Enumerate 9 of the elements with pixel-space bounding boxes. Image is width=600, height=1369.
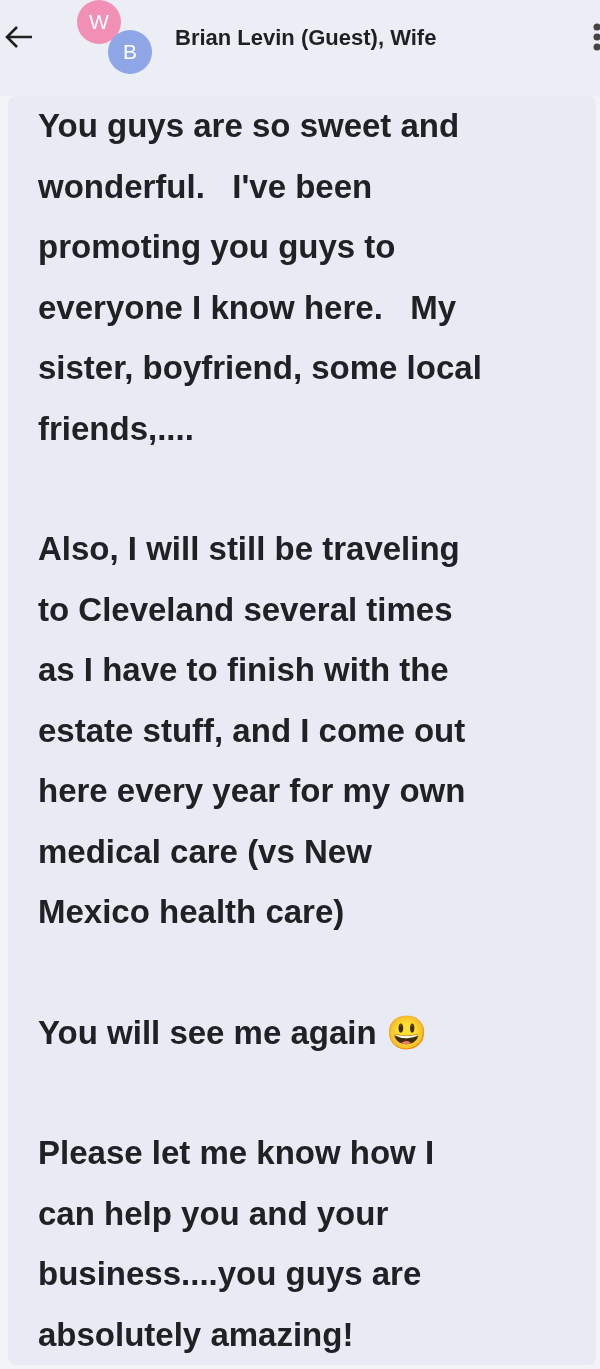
more-options-icon[interactable] bbox=[592, 22, 600, 52]
avatar: B bbox=[108, 30, 152, 74]
message-paragraph: Please let me know how I can help you and your business....you guys are absolutely amazing! bbox=[38, 1133, 435, 1355]
message-paragraph: You will see me again 😃 bbox=[38, 1012, 427, 1053]
message-paragraph: Also, I will still be traveling to Cleveland several times as I have to finish with the estate stuff, and I come out here every year for my own medical care (vs New Mexico health care) bbox=[38, 529, 466, 932]
back-arrow-icon[interactable] bbox=[4, 25, 34, 49]
chat-title: Brian Levin (Guest), Wife bbox=[175, 24, 437, 52]
avatar: W bbox=[77, 0, 121, 44]
message-paragraph: You guys are so sweet and wonderful. I've been promoting you guys to everyone I know here. My sister, boyfriend, some local friends,.... bbox=[38, 106, 482, 449]
